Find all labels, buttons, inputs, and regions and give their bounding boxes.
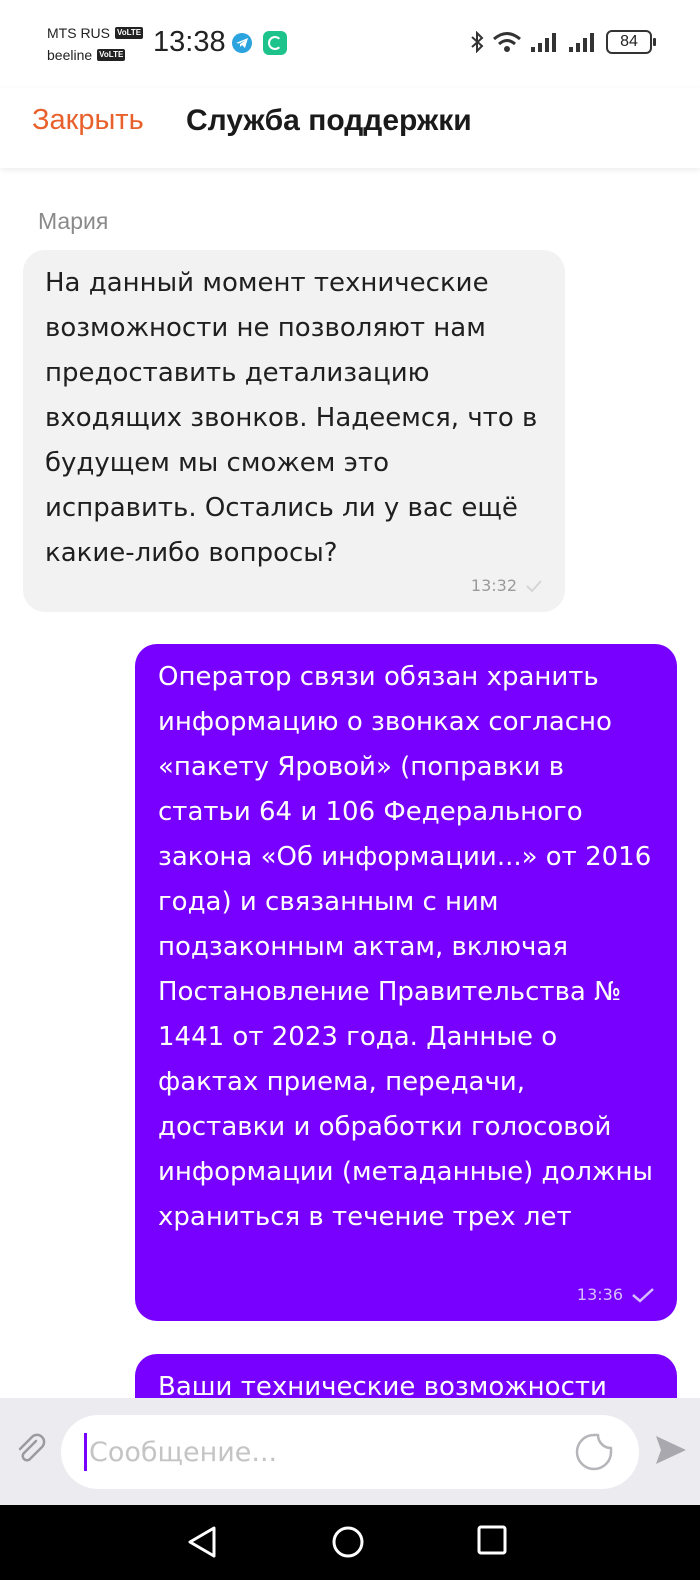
message-text: Оператор связи обязан хранить информацию… (158, 662, 653, 1232)
signal-icon (531, 33, 556, 52)
wifi-icon (493, 32, 521, 52)
carrier-info: MTS RUS VoLTE beeline VoLTE (47, 22, 144, 66)
close-button[interactable]: Закрыть (32, 104, 144, 137)
telegram-icon (232, 33, 252, 53)
system-icons: 84 (470, 30, 656, 54)
recents-icon[interactable] (477, 1525, 507, 1555)
signal-icon (569, 33, 594, 52)
message-input[interactable] (89, 1415, 559, 1489)
check-icon (632, 1288, 654, 1303)
bluetooth-icon (471, 31, 484, 53)
check-icon (526, 580, 542, 593)
system-navigation-bar (0, 1505, 700, 1580)
back-icon[interactable] (186, 1525, 218, 1559)
volte-badge: VoLTE (97, 49, 126, 61)
message-outgoing: Ваши технические возможности (135, 1354, 677, 1398)
volte-badge: VoLTE (115, 27, 144, 39)
message-composer (0, 1398, 700, 1505)
battery-icon: 84 (606, 30, 656, 54)
clock: 13:38 (153, 26, 226, 58)
send-icon[interactable] (654, 1433, 688, 1467)
status-bar: MTS RUS VoLTE beeline VoLTE 13:38 84 (0, 0, 700, 88)
chat-header: Закрыть Служба поддержки (0, 88, 700, 168)
carrier-2: beeline (47, 47, 93, 63)
carrier-1: MTS RUS (47, 25, 110, 41)
chat-history[interactable]: Мария На данный момент технические возмо… (0, 168, 700, 1398)
paperclip-icon[interactable] (14, 1432, 48, 1466)
message-input-wrapper[interactable] (61, 1415, 639, 1489)
page-title: Служба поддержки (186, 104, 472, 137)
message-meta: 13:36 (577, 1285, 655, 1305)
message-text: Ваши технические возможности (158, 1372, 607, 1398)
app-notification-icon (263, 31, 287, 55)
message-time: 13:32 (470, 576, 517, 595)
message-outgoing: Оператор связи обязан хранить информацию… (135, 644, 677, 1321)
home-icon[interactable] (331, 1525, 365, 1559)
sender-name: Мария (38, 208, 109, 234)
message-text: На данный момент технические возможности… (45, 268, 538, 568)
sticker-icon[interactable] (575, 1433, 613, 1471)
text-caret (84, 1433, 87, 1471)
message-meta: 13:32 (471, 576, 543, 596)
message-time: 13:36 (576, 1285, 623, 1304)
message-incoming: На данный момент технические возможности… (23, 250, 565, 612)
